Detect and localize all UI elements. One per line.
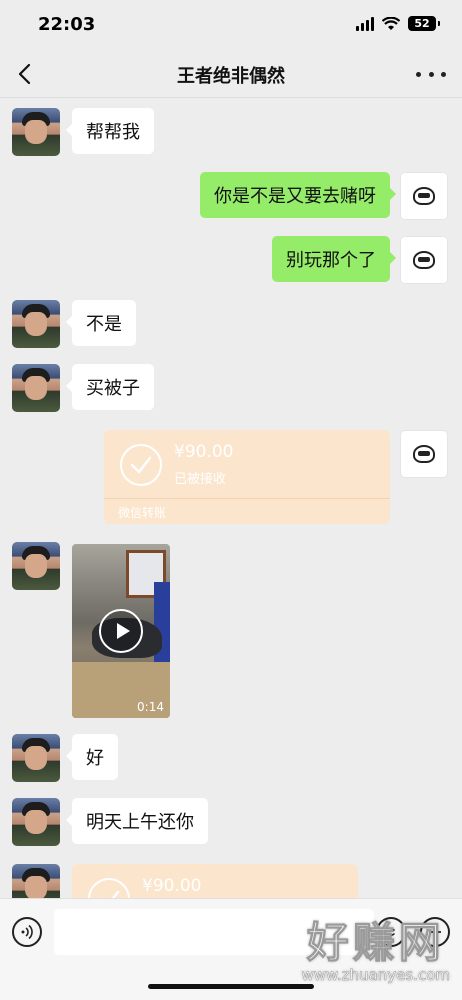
chat-area[interactable]: 帮帮我 你是不是又要去赌呀 别玩那个了 不是 买被子 ¥90.00 已被接收 微… — [0, 98, 462, 898]
more-icon-dot — [441, 71, 446, 77]
watermark-brand: 好赚网 — [306, 918, 445, 968]
battery-icon: 52 — [408, 16, 440, 31]
message-bubble[interactable]: 帮帮我 — [66, 108, 154, 154]
my-avatar[interactable] — [400, 236, 448, 284]
wifi-icon — [382, 16, 400, 30]
message-received: 不是 — [0, 300, 462, 356]
chat-header: 王者绝非偶然 — [0, 50, 462, 98]
message-sent: 别玩那个了 — [0, 236, 462, 292]
status-time: 22:03 — [38, 14, 96, 35]
check-icon — [88, 878, 130, 898]
message-sent: 你是不是又要去赌呀 — [0, 172, 462, 228]
transfer-label: 微信转账 — [118, 506, 167, 520]
contact-avatar[interactable] — [12, 798, 60, 846]
my-avatar[interactable] — [400, 172, 448, 220]
contact-avatar[interactable] — [12, 364, 60, 412]
video-message: 0:14 — [0, 542, 462, 718]
my-avatar[interactable] — [400, 430, 448, 478]
message-received: 帮帮我 — [0, 108, 462, 164]
message-received: 买被子 — [0, 364, 462, 420]
transfer-status: 已被接收 — [174, 472, 227, 487]
message-bubble[interactable]: 明天上午还你 — [66, 798, 208, 844]
more-icon-dot — [428, 71, 434, 77]
message-bubble[interactable]: 别玩那个了 — [272, 236, 396, 282]
transfer-footer: 微信转账 — [104, 498, 390, 524]
transfer-card[interactable]: ¥90.00 已被接收 微信转账 — [104, 430, 390, 524]
message-received: 明天上午还你 — [0, 798, 462, 854]
message-bubble[interactable]: 不是 — [66, 300, 136, 346]
check-icon — [120, 444, 162, 486]
voice-button[interactable] — [12, 917, 42, 947]
contact-avatar[interactable] — [12, 542, 60, 590]
more-button[interactable] — [416, 62, 446, 86]
play-icon[interactable] — [99, 609, 143, 653]
status-bar: 22:03 52 — [0, 0, 462, 50]
transfer-amount: ¥90.00 — [174, 442, 234, 462]
voice-icon — [21, 924, 33, 940]
transfer-amount: ¥90.00 — [142, 876, 202, 896]
home-indicator — [148, 984, 314, 989]
watermark-domain: www.zhuanyes.com — [301, 966, 450, 985]
chat-title: 王者绝非偶然 — [177, 66, 285, 87]
message-received: 好 — [0, 734, 462, 790]
video-thumbnail[interactable]: 0:14 — [72, 544, 170, 718]
message-bubble[interactable]: 你是不是又要去赌呀 — [200, 172, 396, 218]
contact-avatar[interactable] — [12, 300, 60, 348]
signal-icon — [356, 16, 374, 31]
more-icon — [416, 71, 421, 77]
transfer-card[interactable]: ¥90.00 — [72, 864, 358, 898]
transfer-message: ¥90.00 — [0, 864, 462, 898]
contact-avatar[interactable] — [12, 734, 60, 782]
message-bubble[interactable]: 好 — [66, 734, 118, 780]
status-icons: 52 — [356, 16, 440, 31]
video-duration: 0:14 — [137, 700, 164, 714]
message-bubble[interactable]: 买被子 — [66, 364, 154, 410]
contact-avatar[interactable] — [12, 108, 60, 156]
watermark: 好赚网 www.zhuanyes.com — [301, 909, 450, 985]
contact-avatar[interactable] — [12, 864, 60, 898]
transfer-message: ¥90.00 已被接收 微信转账 — [0, 430, 462, 526]
